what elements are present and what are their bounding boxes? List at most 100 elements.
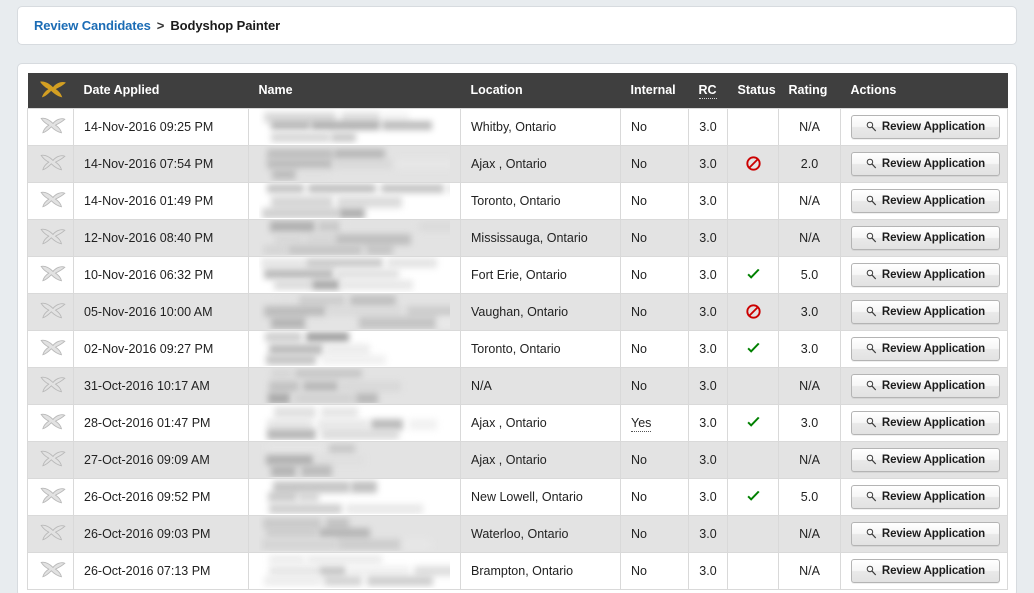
cell-rc: 3.0 [688,366,728,405]
magnifier-icon [866,269,877,280]
table-body: 14-Nov-2016 09:25 PM Whitby, Ontario No 3.0… [27,107,1008,590]
review-application-button[interactable]: Review Application [851,299,1000,324]
row-logo-cell [27,551,74,590]
cell-date-applied: 26-Oct-2016 09:52 PM [73,477,249,516]
cell-status [727,514,779,553]
cell-internal: No [620,255,689,294]
review-application-button[interactable]: Review Application [851,336,1000,361]
internal-value: No [631,489,647,504]
cell-rating: N/A [778,366,841,405]
magnifier-icon [866,158,877,169]
cell-date-applied: 31-Oct-2016 10:17 AM [73,366,249,405]
redacted-name [259,183,450,218]
cell-status [727,366,779,405]
column-header-date-applied[interactable]: Date Applied [73,73,249,108]
column-header-internal[interactable]: Internal [620,73,689,108]
magnifier-icon [866,417,877,428]
table-row: 27-Oct-2016 09:09 AM Ajax , Ontario No 3.0 N… [27,440,1008,479]
magnifier-icon [866,121,877,132]
cell-actions: Review Application [840,218,1008,257]
cell-name [248,255,461,294]
cell-internal: No [620,181,689,220]
cell-rc: 3.0 [688,181,728,220]
hawk-row-icon [38,152,68,176]
cell-name [248,477,461,516]
cell-rc: 3.0 [688,144,728,183]
cell-internal: No [620,514,689,553]
cell-date-applied: 10-Nov-2016 06:32 PM [73,255,249,294]
cell-status [727,477,779,516]
review-application-label: Review Application [881,564,986,577]
table-row: 28-Oct-2016 01:47 PM Ajax , Ontario Yes 3.0… [27,403,1008,442]
cell-internal: No [620,107,689,146]
row-logo-cell [27,255,74,294]
internal-value: No [631,378,647,393]
column-header-rc[interactable]: RC [688,73,728,108]
column-header-location[interactable]: Location [460,73,621,108]
table-row: 05-Nov-2016 10:00 AM Vaughan, Ontario No 3.… [27,292,1008,331]
cell-actions: Review Application [840,181,1008,220]
review-application-button[interactable]: Review Application [851,484,1000,509]
cell-actions: Review Application [840,514,1008,553]
cell-location: Ajax , Ontario [460,440,621,479]
magnifier-icon [866,232,877,243]
redacted-name [259,368,450,403]
breadcrumb: Review Candidates > Bodyshop Painter [34,17,280,35]
cell-internal: No [620,329,689,368]
column-header-status[interactable]: Status [727,73,779,108]
redacted-name [259,516,450,551]
cell-actions: Review Application [840,440,1008,479]
cell-status [727,181,779,220]
status-approved-icon [746,268,761,282]
cell-status [727,440,779,479]
cell-name [248,218,461,257]
review-application-button[interactable]: Review Application [851,373,1000,398]
redacted-name [259,442,450,477]
review-application-label: Review Application [881,379,986,392]
cell-rating: N/A [778,551,841,590]
review-application-button[interactable]: Review Application [851,262,1000,287]
column-header-rating[interactable]: Rating [778,73,841,108]
page-root: Review Candidates > Bodyshop Painter Date … [0,0,1034,593]
internal-value: No [631,563,647,578]
review-application-button[interactable]: Review Application [851,151,1000,176]
cell-internal: No [620,218,689,257]
row-logo-cell [27,218,74,257]
cell-rc: 3.0 [688,255,728,294]
cell-rating: 3.0 [778,403,841,442]
magnifier-icon [866,491,877,502]
review-application-button[interactable]: Review Application [851,188,1000,213]
cell-actions: Review Application [840,144,1008,183]
hawk-row-icon [38,522,68,546]
row-logo-cell [27,329,74,368]
cell-rc: 3.0 [688,477,728,516]
cell-internal: Yes [620,403,689,442]
review-application-button[interactable]: Review Application [851,447,1000,472]
hawk-row-icon [38,411,68,435]
cell-rc: 3.0 [688,218,728,257]
internal-value: No [631,341,647,356]
cell-status [727,403,779,442]
column-header-name[interactable]: Name [248,73,461,108]
cell-rc: 3.0 [688,107,728,146]
redacted-name [259,257,450,292]
row-logo-cell [27,107,74,146]
breadcrumb-link-review-candidates[interactable]: Review Candidates [34,18,151,33]
cell-date-applied: 12-Nov-2016 08:40 PM [73,218,249,257]
breadcrumb-panel: Review Candidates > Bodyshop Painter [17,6,1017,45]
review-application-label: Review Application [881,194,986,207]
cell-date-applied: 26-Oct-2016 09:03 PM [73,514,249,553]
review-application-button[interactable]: Review Application [851,225,1000,250]
cell-actions: Review Application [840,329,1008,368]
review-application-button[interactable]: Review Application [851,410,1000,435]
cell-date-applied: 14-Nov-2016 09:25 PM [73,107,249,146]
status-approved-icon [746,342,761,356]
review-application-button[interactable]: Review Application [851,114,1000,139]
review-application-label: Review Application [881,305,986,318]
review-application-button[interactable]: Review Application [851,521,1000,546]
cell-name [248,181,461,220]
review-application-button[interactable]: Review Application [851,558,1000,583]
cell-location: Whitby, Ontario [460,107,621,146]
hawk-row-icon [38,337,68,361]
cell-location: Toronto, Ontario [460,329,621,368]
